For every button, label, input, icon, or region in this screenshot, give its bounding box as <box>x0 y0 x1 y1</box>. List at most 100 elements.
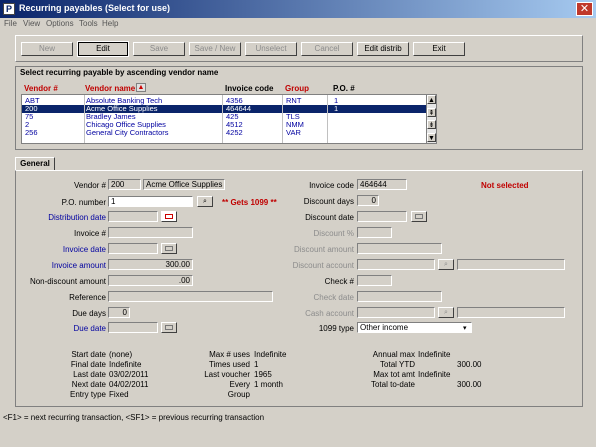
due-days-field[interactable]: 0 <box>108 307 130 318</box>
due-date-label: Due date <box>73 324 106 333</box>
menu-options[interactable]: Options <box>46 19 74 28</box>
discount-amount-label: Discount amount <box>293 245 354 254</box>
max-uses-value: Indefinite <box>254 350 287 359</box>
total-todate-value: 300.00 <box>457 380 482 389</box>
last-date-label: Last date <box>73 370 106 379</box>
po-number-field[interactable]: 1 <box>108 196 193 207</box>
entry-type-value: Fixed <box>109 390 129 399</box>
type-1099-label: 1099 type <box>318 324 354 333</box>
entry-type-label: Entry type <box>69 390 106 399</box>
invoice-code-field[interactable]: 464644 <box>357 179 407 190</box>
edit-distrib-button[interactable]: Edit distrib <box>357 42 409 56</box>
distribution-date-field[interactable] <box>108 211 158 222</box>
exit-button[interactable]: Exit <box>413 42 465 56</box>
scroll-down-icon[interactable]: ▼ <box>427 133 436 142</box>
vendor-name-field: Acme Office Supplies <box>143 179 225 190</box>
cancel-button[interactable]: Cancel <box>301 42 353 56</box>
calendar-icon[interactable] <box>161 211 177 222</box>
save-button[interactable]: Save <box>133 42 185 56</box>
next-date-value: 04/02/2011 <box>109 380 149 389</box>
calendar-icon[interactable] <box>161 322 177 333</box>
annual-max-label: Annual max <box>372 350 415 359</box>
binoculars-icon[interactable]: ⌕ <box>197 196 213 207</box>
sort-ascending-icon[interactable]: ▲ <box>136 83 146 92</box>
vendor-num-field[interactable]: 200 <box>108 179 141 190</box>
reference-label: Reference <box>69 293 106 302</box>
check-num-label: Check # <box>324 277 354 286</box>
list-row[interactable]: 2 Chicago Office Supplies 4512 NMM <box>22 120 427 129</box>
invoice-code-label: Invoice code <box>309 181 354 190</box>
po-label: P.O. number <box>61 198 106 207</box>
nondiscount-field[interactable]: .00 <box>108 275 193 286</box>
menu-help[interactable]: Help <box>102 19 118 28</box>
discount-account-label: Discount account <box>292 261 354 270</box>
binoculars-icon: ⌕ <box>438 259 454 270</box>
edit-button[interactable]: Edit <box>77 41 129 57</box>
last-date-value: 03/02/2011 <box>109 370 149 379</box>
nondiscount-label: Non-discount amount <box>29 277 106 286</box>
binoculars-icon: ⌕ <box>438 307 454 318</box>
check-num-field[interactable] <box>357 275 392 286</box>
new-button[interactable]: New <box>21 42 73 56</box>
due-days-label: Due days <box>72 309 106 318</box>
calendar-icon[interactable] <box>161 243 177 254</box>
menu-view[interactable]: View <box>23 19 40 28</box>
invoice-amount-field[interactable]: 300.00 <box>108 259 193 270</box>
list-row-selected[interactable]: 200 Acme Office Supplies 464644 1 <box>22 104 427 113</box>
discount-date-label: Discount date <box>305 213 354 222</box>
last-voucher-label: Last voucher <box>204 370 250 379</box>
max-tot-amt-value: Indefinite <box>418 370 451 379</box>
col-header-invoice-code[interactable]: Invoice code <box>225 84 273 93</box>
scroll-page-down-icon[interactable]: ⇟ <box>427 120 436 129</box>
total-ytd-value: 300.00 <box>457 360 482 369</box>
reference-field[interactable] <box>108 291 273 302</box>
list-row[interactable]: 75 Bradley James 425 TLS <box>22 112 427 121</box>
cash-account-label: Cash account <box>305 309 354 318</box>
total-ytd-label: Total YTD <box>380 360 415 369</box>
save-new-button[interactable]: Save / New <box>189 42 241 56</box>
discount-days-label: Discount days <box>303 197 354 206</box>
distribution-date-label: Distribution date <box>48 213 106 222</box>
cash-account-desc <box>457 307 565 318</box>
check-date-field <box>357 291 442 302</box>
app-icon: P <box>3 3 15 15</box>
col-header-group[interactable]: Group <box>285 84 309 93</box>
tab-general[interactable]: General <box>15 157 55 170</box>
chevron-down-icon[interactable]: ▾ <box>463 324 467 332</box>
scroll-up-icon[interactable]: ▲ <box>427 95 436 104</box>
unselect-button[interactable]: Unselect <box>245 42 297 56</box>
discount-amount-field <box>357 243 442 254</box>
invoice-num-field[interactable] <box>108 227 193 238</box>
menu-file[interactable]: File <box>4 19 17 28</box>
status-bar: <F1> = next recurring transaction, <SF1>… <box>3 413 265 422</box>
discount-account-desc <box>457 259 565 270</box>
list-row[interactable]: 256 General City Contractors 4252 VAR <box>22 128 427 137</box>
invoice-date-field[interactable] <box>108 243 158 254</box>
discount-days-field[interactable]: 0 <box>357 195 379 206</box>
list-row[interactable]: ABT Absolute Banking Tech 4356 RNT 1 <box>22 96 427 105</box>
menu-tools[interactable]: Tools <box>79 19 98 28</box>
vendor-list[interactable]: ABT Absolute Banking Tech 4356 RNT 1 200 Acme… <box>21 94 427 144</box>
col-header-vendor-name[interactable]: Vendor name <box>85 84 135 93</box>
discount-date-field[interactable] <box>357 211 407 222</box>
calendar-icon[interactable] <box>411 211 427 222</box>
total-todate-label: Total to-date <box>370 380 415 389</box>
list-caption: Select recurring payable by ascending ve… <box>20 68 219 77</box>
list-scrollbar[interactable]: ▲ ⇞ ⇟ ▼ <box>426 94 437 144</box>
col-header-po[interactable]: P.O. # <box>333 84 355 93</box>
max-uses-label: Max # uses <box>209 350 250 359</box>
every-value: 1 month <box>254 380 283 389</box>
close-icon[interactable]: ✕ <box>576 2 593 16</box>
col-header-vendor-num[interactable]: Vendor # <box>24 84 58 93</box>
invoice-amount-label: Invoice amount <box>51 261 106 270</box>
cash-account-field <box>357 307 435 318</box>
discount-pct-field <box>357 227 392 238</box>
type-1099-select[interactable]: Other income <box>357 322 472 333</box>
window-title: Recurring payables (Select for use) <box>19 3 171 13</box>
due-date-field[interactable] <box>108 322 158 333</box>
start-date-label: Start date <box>71 350 106 359</box>
selection-status: Not selected <box>481 181 529 190</box>
last-voucher-value: 1965 <box>254 370 272 379</box>
discount-pct-label: Discount % <box>313 229 354 238</box>
scroll-page-up-icon[interactable]: ⇞ <box>427 108 436 117</box>
